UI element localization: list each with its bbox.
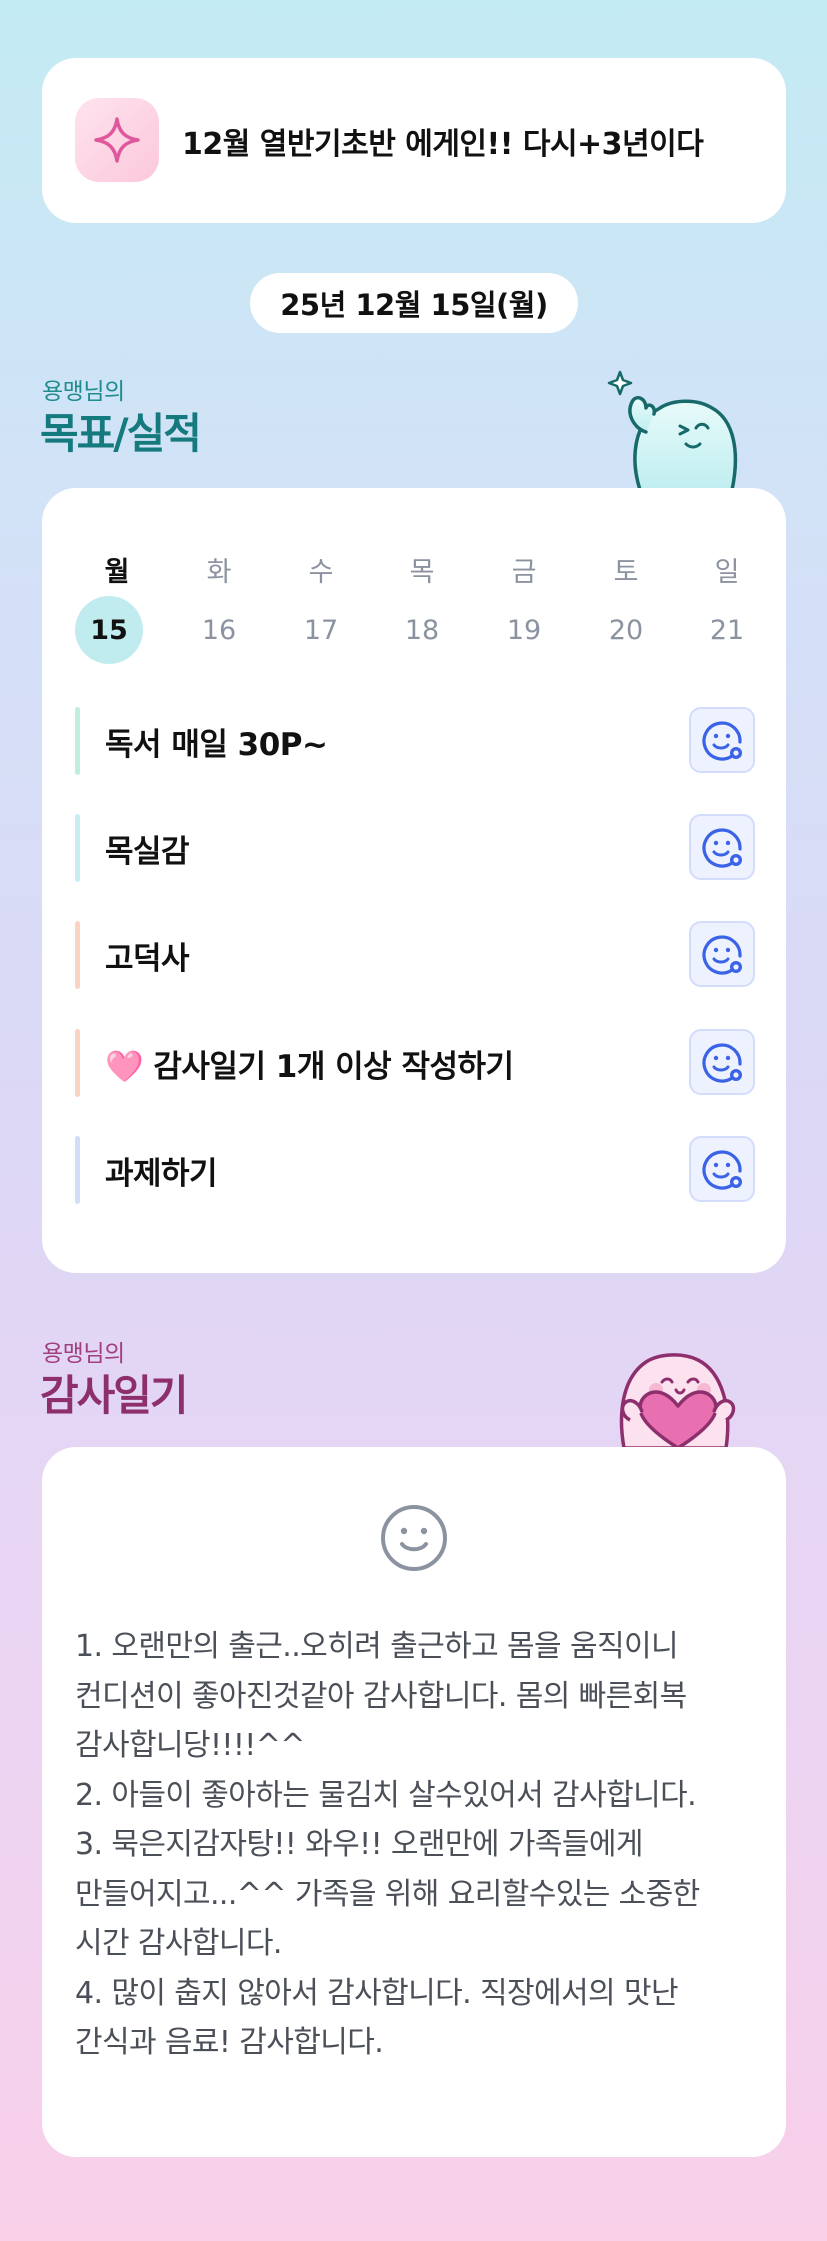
smile-add-icon xyxy=(702,935,742,975)
goal-row[interactable]: 독서 매일 30P~ xyxy=(75,707,755,775)
smile-add-icon xyxy=(702,1150,742,1190)
day-num-thu[interactable]: 18 xyxy=(388,596,456,664)
diary-text: 1. 오랜만의 출근..오히려 출근하고 몸을 움직이니 컨디션이 좋아진것같아… xyxy=(75,1629,700,2060)
smile-add-icon xyxy=(702,828,742,868)
smile-add-button[interactable] xyxy=(689,707,755,773)
day-num-sat[interactable]: 20 xyxy=(592,596,660,664)
goal-accent-bar xyxy=(75,707,80,775)
day-name-mon: 월 xyxy=(104,557,130,588)
mascot-heart-image xyxy=(596,1324,756,1452)
smile-add-button[interactable] xyxy=(689,921,755,987)
mascot-thumbs-up-image xyxy=(600,362,750,494)
goal-row[interactable]: 목실감 xyxy=(75,814,755,882)
banner-card[interactable]: 12월 열반기초반 에게인!! 다시+3년이다 xyxy=(42,58,786,223)
goal-row[interactable]: 고덕사 xyxy=(75,921,755,989)
smile-add-button[interactable] xyxy=(689,1029,755,1095)
day-name-sun: 일 xyxy=(714,557,740,588)
smile-add-button[interactable] xyxy=(689,1136,755,1202)
goal-row[interactable]: 🩷 감사일기 1개 이상 작성하기 xyxy=(75,1029,755,1097)
sparkle-icon xyxy=(75,98,159,182)
day-num-sun[interactable]: 21 xyxy=(693,596,761,664)
goal-accent-bar xyxy=(75,1029,80,1097)
date-label: 25년 12월 15일(월) xyxy=(250,273,578,333)
day-name-fri: 금 xyxy=(511,557,537,588)
smile-add-button[interactable] xyxy=(689,814,755,880)
smile-add-icon xyxy=(702,1043,742,1083)
banner-text: 12월 열반기초반 에게인!! 다시+3년이다 xyxy=(182,126,704,162)
day-num-wed[interactable]: 17 xyxy=(287,596,355,664)
goal-label: 과제하기 xyxy=(105,1155,218,1192)
day-num-tue[interactable]: 16 xyxy=(185,596,253,664)
goal-label: 🩷 감사일기 1개 이상 작성하기 xyxy=(105,1048,514,1085)
goal-accent-bar xyxy=(75,921,80,989)
goal-accent-bar xyxy=(75,1136,80,1204)
day-num-fri[interactable]: 19 xyxy=(490,596,558,664)
goal-label: 목실감 xyxy=(105,833,190,870)
goal-label: 고덕사 xyxy=(105,940,190,977)
goals-card: 월 화 수 목 금 토 일 15 16 17 18 19 20 21 독서 매일… xyxy=(42,488,786,1273)
smile-face-icon[interactable] xyxy=(380,1504,448,1572)
day-name-wed: 수 xyxy=(308,557,334,588)
day-num-mon[interactable]: 15 xyxy=(75,596,143,664)
goal-label: 독서 매일 30P~ xyxy=(105,726,328,763)
goals-section-title: 목표/실적 xyxy=(40,409,202,458)
diary-section-title: 감사일기 xyxy=(40,1371,189,1420)
day-name-tue: 화 xyxy=(206,557,232,588)
smile-add-icon xyxy=(702,721,742,761)
day-name-thu: 목 xyxy=(409,557,435,588)
goal-row[interactable]: 과제하기 xyxy=(75,1136,755,1204)
day-name-sat: 토 xyxy=(613,557,639,588)
goal-accent-bar xyxy=(75,814,80,882)
diary-card: 1. 오랜만의 출근..오히려 출근하고 몸을 움직이니 컨디션이 좋아진것같아… xyxy=(42,1447,786,2157)
